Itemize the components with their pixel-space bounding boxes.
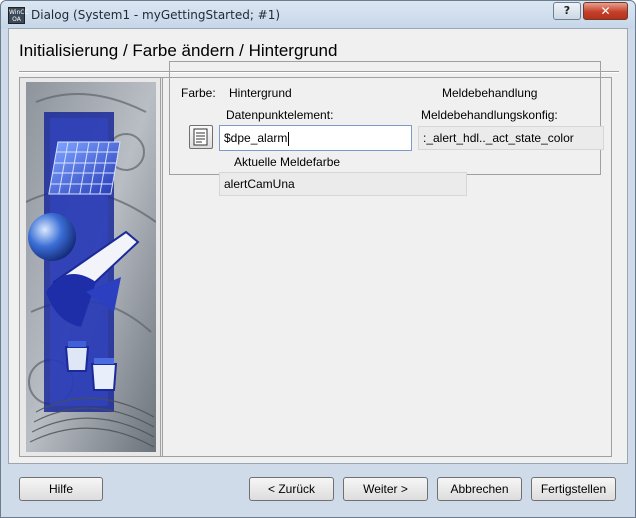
konfig-label: Meldebehandlungskonfig: [421,108,558,122]
farbe-value: Hintergrund [229,86,292,100]
datapoint-list-icon [193,128,208,146]
app-icon: WinCC OA [8,7,29,24]
meldefarbe-field-value: alertCamUna [224,177,295,191]
datenpunkt-input-value: $dpe_alarm [224,131,288,145]
window-title: Dialog (System1 - myGettingStarted; #1) [31,8,281,22]
close-button[interactable]: ✕ [583,2,628,20]
datenpunkt-input[interactable]: $dpe_alarm [219,125,412,151]
meldefarbe-field: alertCamUna [219,172,467,196]
meldefarbe-label: Aktuelle Meldefarbe [234,155,341,169]
fertigstellen-button[interactable]: Fertigstellen [531,477,616,501]
abbrechen-button[interactable]: Abbrechen [437,477,522,501]
konfig-field-value: :_alert_hdl.._act_state_color [423,131,574,145]
title-bar[interactable]: WinCC OA Dialog (System1 - myGettingStar… [1,1,635,29]
help-button[interactable]: ? [553,2,581,20]
wizard-illustration [26,82,156,452]
text-caret [288,131,290,146]
wizard-graphic-frame [19,77,163,457]
weiter-button[interactable]: Weiter > [343,477,428,501]
konfig-field: :_alert_hdl.._act_state_color [418,126,604,150]
hilfe-button[interactable]: Hilfe [19,477,103,501]
meldebehandlung-label: Meldebehandlung [442,86,538,100]
farbe-label: Farbe: [181,86,216,100]
page-title: Initialisierung / Farbe ändern / Hinterg… [19,41,338,60]
datenpunkt-label: Datenpunktelement: [226,108,334,122]
zurueck-button[interactable]: < Zurück [249,477,334,501]
datapoint-selector-button[interactable] [189,125,213,149]
